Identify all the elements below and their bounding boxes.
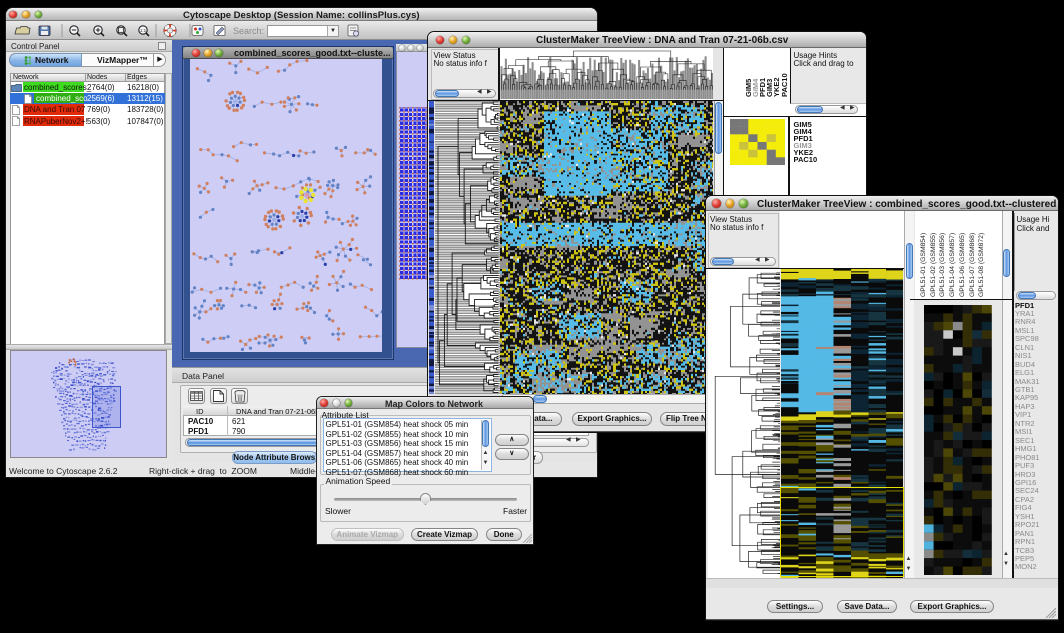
svg-text:1:1: 1:1 [140, 28, 147, 33]
